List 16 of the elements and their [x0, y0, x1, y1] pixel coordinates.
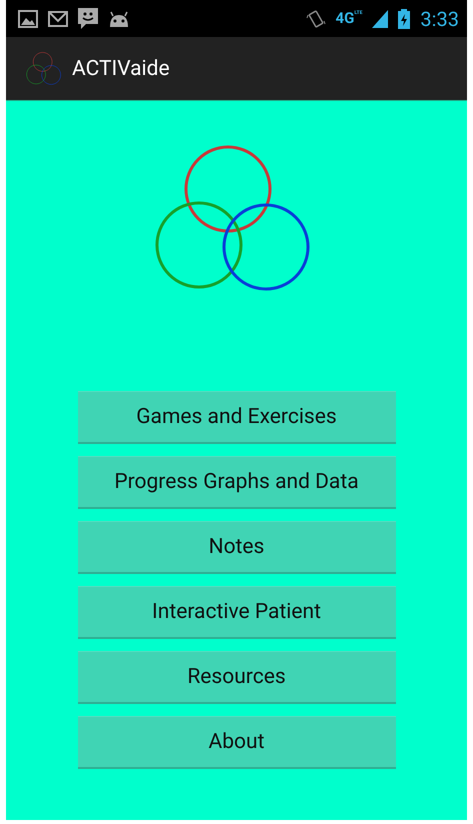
battery-charging-icon — [398, 8, 410, 28]
vibrate-icon — [306, 8, 326, 28]
android-icon — [108, 10, 130, 26]
menu-button[interactable]: About — [78, 716, 396, 769]
app-title: ACTIVaide — [72, 56, 170, 80]
smiley-chat-icon — [78, 8, 98, 30]
menu-button[interactable]: Progress Graphs and Data — [78, 456, 396, 509]
image-icon — [18, 10, 38, 28]
mail-icon — [48, 10, 68, 26]
menu-button[interactable]: Games and Exercises — [78, 391, 396, 444]
menu-button[interactable]: Notes — [78, 521, 396, 574]
overlapping-circles-logo — [26, 52, 62, 86]
clock-time: 3:33 — [420, 6, 459, 30]
menu-button[interactable]: Resources — [78, 651, 396, 704]
signal-strength-icon — [372, 10, 388, 28]
menu-button[interactable]: Interactive Patient — [78, 586, 396, 639]
